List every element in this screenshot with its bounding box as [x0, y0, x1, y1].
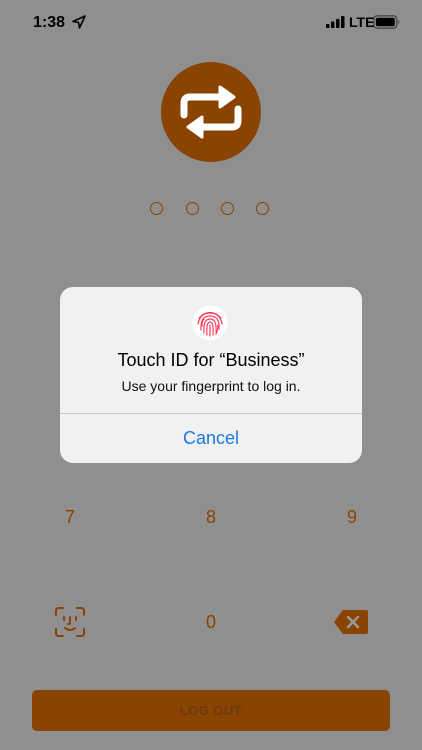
location-arrow-icon: [72, 15, 86, 29]
passcode-dot: [150, 202, 163, 215]
touch-id-dialog: Touch ID for “Business” Use your fingerp…: [60, 287, 362, 463]
fingerprint-icon: [192, 305, 228, 341]
keypad-key-7[interactable]: 7: [40, 502, 100, 532]
carrier-label: LTE: [349, 14, 375, 30]
passcode-indicator: [150, 202, 275, 216]
app-logo: [161, 62, 261, 162]
status-bar: 1:38 LTE: [0, 0, 422, 44]
cellular-signal-icon: [326, 16, 345, 28]
passcode-dot: [186, 202, 199, 215]
passcode-dot: [221, 202, 234, 215]
battery-icon: [373, 15, 400, 29]
keypad-key-8[interactable]: 8: [181, 502, 241, 532]
passcode-dot: [256, 202, 269, 215]
refresh-arrows-icon: [180, 85, 242, 139]
dialog-message: Use your fingerprint to log in.: [121, 378, 301, 394]
face-id-icon[interactable]: [54, 606, 86, 638]
keypad-key-9[interactable]: 9: [322, 502, 382, 532]
backspace-icon[interactable]: [333, 609, 369, 635]
status-time: 1:38: [33, 14, 66, 31]
logout-button[interactable]: LOG OUT: [32, 690, 390, 731]
cancel-button[interactable]: Cancel: [60, 414, 362, 463]
dialog-title: Touch ID for “Business”: [117, 350, 305, 370]
keypad-key-0[interactable]: 0: [181, 607, 241, 637]
